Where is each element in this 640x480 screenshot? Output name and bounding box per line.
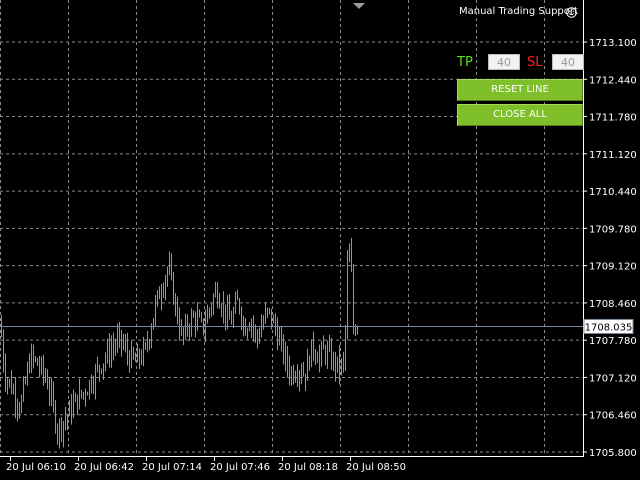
x-tick-label: 20 Jul 06:10 bbox=[6, 462, 66, 473]
sl-label: SL bbox=[527, 55, 543, 70]
x-tick-label: 20 Jul 07:14 bbox=[142, 462, 202, 473]
close-all-button[interactable]: CLOSE ALL bbox=[457, 104, 583, 126]
tp-input[interactable] bbox=[488, 54, 520, 70]
sl-input[interactable] bbox=[552, 54, 584, 70]
y-tick-label: 1711.780 bbox=[589, 113, 637, 124]
y-tick-label: 1707.780 bbox=[589, 336, 637, 347]
reset-line-button[interactable]: RESET LINE bbox=[457, 79, 583, 101]
y-tick-label: 1712.440 bbox=[589, 75, 637, 86]
x-tick-label: 20 Jul 07:46 bbox=[210, 462, 270, 473]
y-tick-label: 1705.800 bbox=[589, 448, 637, 459]
y-tick-label: 1710.440 bbox=[589, 187, 637, 198]
y-tick-label: 1707.120 bbox=[589, 373, 637, 384]
price-tag-label: 1708.035 bbox=[585, 322, 633, 333]
current-price-tag: 1708.035 bbox=[583, 318, 634, 334]
y-tick-label: 1713.100 bbox=[589, 38, 637, 49]
x-tick-label: 20 Jul 08:50 bbox=[346, 462, 406, 473]
price-chart[interactable]: 1713.100 1712.440 1711.780 1711.120 1710.440… bbox=[0, 0, 640, 480]
y-tick-label: 1708.460 bbox=[589, 299, 637, 310]
y-tick-label: 1709.120 bbox=[589, 262, 637, 273]
x-tick-label: 20 Jul 06:42 bbox=[74, 462, 134, 473]
panel-title: Manual Trading Support bbox=[459, 6, 578, 17]
y-tick-label: 1709.780 bbox=[589, 224, 637, 235]
tp-label: TP bbox=[457, 55, 473, 70]
smiley-icon[interactable] bbox=[566, 7, 577, 18]
y-tick-label: 1706.460 bbox=[589, 411, 637, 422]
y-tick-label: 1711.120 bbox=[589, 150, 637, 161]
x-tick-label: 20 Jul 08:18 bbox=[278, 462, 338, 473]
